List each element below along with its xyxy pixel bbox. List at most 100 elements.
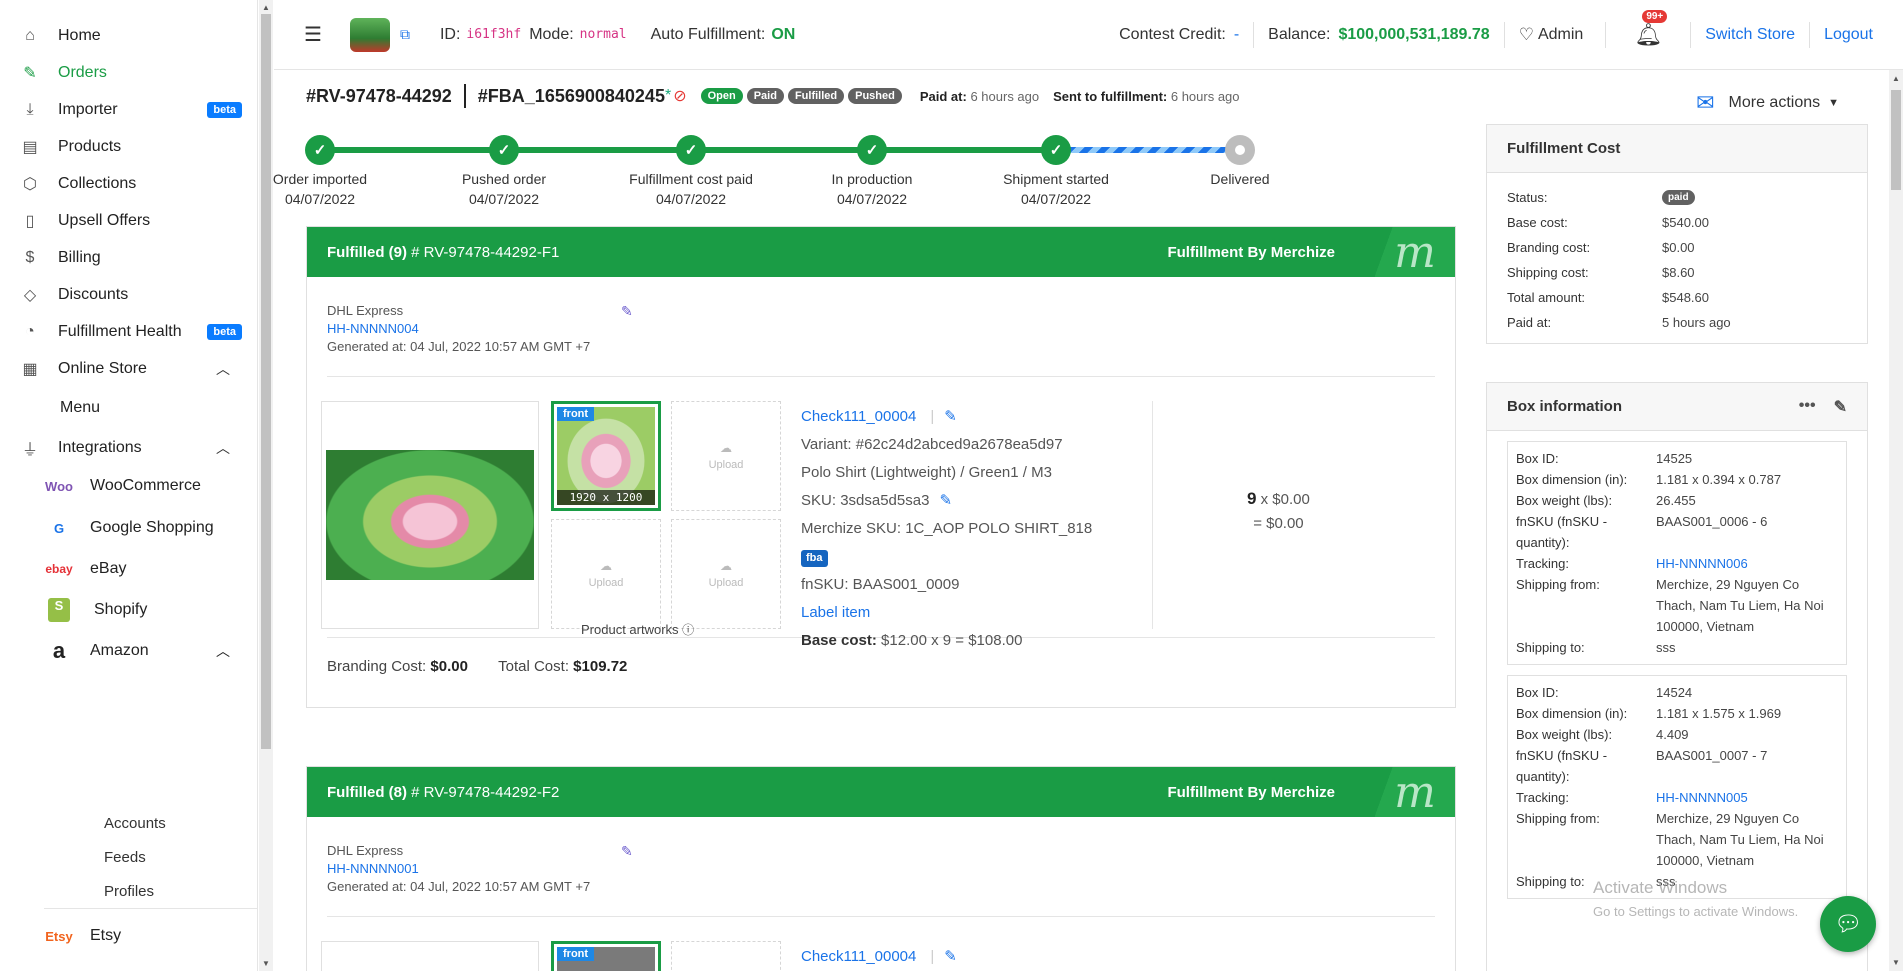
google-shopping-logo-icon: G bbox=[53, 520, 65, 536]
cost-row: Total amount: $548.60 bbox=[1507, 285, 1847, 310]
box-key: Box weight (lbs): bbox=[1516, 493, 1613, 508]
artwork-image: front 1920 x 1200 bbox=[557, 407, 655, 505]
step-date: 04/07/2022 bbox=[468, 191, 540, 207]
caret-down-icon[interactable]: ▼ bbox=[1828, 97, 1839, 109]
more-actions-button[interactable]: More actions bbox=[1729, 94, 1821, 112]
tracking-link[interactable]: HH-NNNNN005 bbox=[1656, 787, 1748, 808]
envelope-icon[interactable]: ✉ bbox=[1696, 90, 1714, 116]
edit-icon[interactable]: ✎ bbox=[944, 408, 957, 425]
box-row: Box ID: 14525 bbox=[1516, 448, 1838, 469]
fulfillment-status: Fulfilled (9) bbox=[327, 243, 407, 261]
label-item-link[interactable]: Label item bbox=[801, 604, 870, 621]
sent-label: Sent to fulfillment: bbox=[1053, 88, 1168, 104]
item-title-link[interactable]: Check111_00004 bbox=[801, 948, 916, 965]
scroll-up-icon[interactable]: ▲ bbox=[1892, 74, 1900, 83]
artwork-upload-slot[interactable]: ☁ Upload bbox=[551, 519, 661, 629]
fulfillment-cost-body: Status: paid Base cost: $540.00 Branding c… bbox=[1487, 173, 1867, 343]
mode-value: normal bbox=[579, 27, 627, 42]
sidebar-item-label: Products bbox=[58, 138, 122, 155]
admin-menu[interactable]: Admin bbox=[1538, 26, 1583, 44]
sidebar-item-label: WooCommerce bbox=[90, 477, 201, 494]
sidebar-item-etsy[interactable]: Etsy Etsy bbox=[0, 914, 258, 958]
windows-activation-watermark: Activate Windows bbox=[1593, 878, 1728, 897]
sidebar-item-online-store[interactable]: ▦ Online Store ︿ bbox=[0, 347, 258, 391]
sidebar-item-label: Etsy bbox=[90, 927, 122, 944]
notifications-bell-icon[interactable]: 🔔︎ 99+ bbox=[1634, 10, 1668, 48]
divider bbox=[1605, 22, 1607, 48]
box-row: Tracking: HH-NNNNN005 bbox=[1516, 787, 1838, 808]
sidebar-item-woocommerce[interactable]: Woo WooCommerce bbox=[0, 464, 258, 508]
hand-stop-icon[interactable]: ⊘ bbox=[673, 86, 686, 106]
artwork-side-tag: front bbox=[557, 407, 595, 421]
beta-badge: beta bbox=[207, 102, 242, 118]
edit-icon[interactable]: ✎ bbox=[939, 492, 952, 509]
box-value: BAAS001_0006 - 6 bbox=[1656, 514, 1768, 529]
tracking-link[interactable]: HH-NNNNN006 bbox=[1656, 553, 1748, 574]
divider bbox=[1152, 401, 1153, 629]
heart-icon[interactable]: ♡ bbox=[1519, 25, 1534, 45]
sidebar-item-label: Online Store bbox=[58, 360, 147, 377]
sidebar-item-amazon-accounts[interactable]: Accounts bbox=[104, 815, 166, 832]
more-options-icon[interactable]: ••• bbox=[1799, 397, 1816, 417]
box-value: 14525 bbox=[1656, 451, 1693, 466]
sidebar-item-amazon-feeds[interactable]: Feeds bbox=[104, 849, 146, 866]
artworks-caption-text: Product artworks bbox=[581, 622, 679, 637]
edit-icon[interactable]: ✎ bbox=[621, 303, 633, 320]
fulfillment-by: Fulfillment By Merchize bbox=[1167, 243, 1335, 261]
scrollbar-thumb[interactable] bbox=[1891, 90, 1901, 190]
artwork-front[interactable]: front bbox=[551, 941, 661, 971]
product-mockup-image[interactable] bbox=[321, 401, 539, 629]
external-link-icon[interactable]: ⧉ bbox=[400, 26, 410, 43]
scrollbar-thumb[interactable] bbox=[261, 14, 271, 749]
main-scrollbar[interactable]: ▲ ▼ bbox=[1889, 70, 1903, 971]
chat-bubble-icon[interactable]: 💬︎ bbox=[1820, 896, 1876, 952]
logout-link[interactable]: Logout bbox=[1824, 26, 1873, 44]
panel-actions: ••• ✎ bbox=[1799, 397, 1847, 417]
edit-icon[interactable]: ✎ bbox=[621, 843, 633, 860]
status-badge-pushed: Pushed bbox=[848, 88, 902, 104]
artwork-upload-slot[interactable] bbox=[671, 941, 781, 971]
product-mockup-image[interactable] bbox=[321, 941, 539, 971]
edit-icon[interactable]: ✎ bbox=[944, 948, 957, 965]
sidebar-item-label: Integrations bbox=[58, 439, 142, 456]
chevron-up-icon: ︿ bbox=[216, 643, 230, 659]
artwork-upload-slot[interactable]: ☁ Upload bbox=[671, 519, 781, 629]
sidebar-item-shopify[interactable]: S Shopify bbox=[0, 588, 258, 632]
sidebar-item-label: Menu bbox=[60, 399, 101, 416]
info-icon[interactable]: ⓘ bbox=[682, 623, 694, 637]
mode-label: Mode: bbox=[529, 25, 574, 43]
artwork-upload-slot[interactable]: ☁ Upload bbox=[671, 401, 781, 511]
cost-key: Branding cost: bbox=[1507, 240, 1591, 255]
item-variant: Variant: #62c24d2abced9a2678ea5d97 bbox=[801, 436, 1063, 453]
sidebar-item-ebay[interactable]: ebay eBay bbox=[0, 547, 258, 591]
cost-value: $548.60 bbox=[1662, 290, 1709, 305]
scroll-down-icon[interactable]: ▼ bbox=[262, 959, 270, 968]
sidebar-item-menu[interactable]: Menu bbox=[0, 386, 258, 430]
sidebar-item-amazon-profiles[interactable]: Profiles bbox=[104, 883, 154, 900]
contest-credit-value[interactable]: - bbox=[1234, 26, 1239, 44]
tracking-link[interactable]: HH-NNNNN004 bbox=[327, 321, 1435, 336]
sku-value: 3sdsa5d5sa3 bbox=[840, 492, 930, 509]
item-title-link[interactable]: Check111_00004 bbox=[801, 408, 916, 425]
etsy-logo-icon: Etsy bbox=[45, 928, 73, 944]
box-key: Tracking: bbox=[1516, 556, 1569, 571]
divider bbox=[463, 84, 466, 108]
hamburger-menu-icon[interactable]: ☰ bbox=[304, 22, 322, 47]
box-row: Tracking: HH-NNNNN006 bbox=[1516, 553, 1838, 574]
quantity: 9 bbox=[1247, 489, 1257, 508]
edit-icon[interactable]: ✎ bbox=[1834, 397, 1847, 417]
sidebar-item-google-shopping[interactable]: G Google Shopping bbox=[0, 506, 258, 550]
quantity-price: 9 x $0.00 = $0.00 bbox=[1247, 487, 1310, 536]
scroll-down-icon[interactable]: ▼ bbox=[1892, 958, 1900, 967]
fba-id: #FBA_1656900840245 bbox=[477, 85, 665, 106]
step-date: 04/07/2022 bbox=[655, 191, 727, 207]
artwork-front[interactable]: front 1920 x 1200 bbox=[551, 401, 661, 511]
scroll-up-icon[interactable]: ▲ bbox=[262, 3, 270, 12]
cost-value: $0.00 bbox=[1662, 240, 1695, 255]
tracking-link[interactable]: HH-NNNNN001 bbox=[327, 861, 1435, 876]
divider: | bbox=[930, 948, 935, 965]
item-variant-name: Polo Shirt (Lightweight) / Green1 / M3 bbox=[801, 464, 1052, 481]
switch-store-link[interactable]: Switch Store bbox=[1705, 26, 1795, 44]
sidebar-item-amazon[interactable]: a Amazon ︿ bbox=[0, 629, 258, 673]
store-logo[interactable] bbox=[349, 17, 390, 52]
